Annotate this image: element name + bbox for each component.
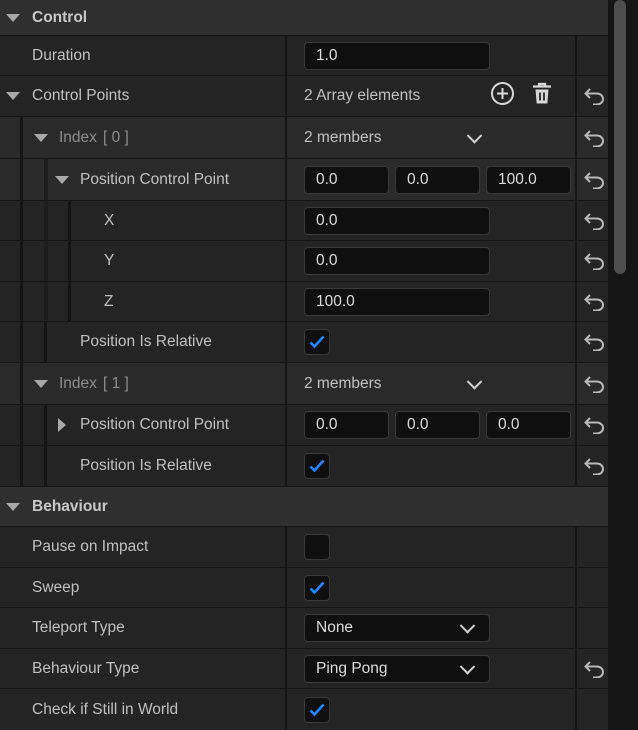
position-is-relative-checkbox[interactable] [304,453,330,479]
property-teleport-type: Teleport Type None [0,608,608,649]
category-behaviour[interactable]: Behaviour [0,487,608,527]
property-position-is-relative-1: Position Is Relative [0,446,608,487]
position-x-input[interactable]: 0.0 [304,411,389,439]
reset-to-default-icon[interactable] [584,416,606,435]
pause-on-impact-checkbox[interactable] [304,534,330,560]
position-z-input[interactable]: 0.0 [486,411,571,439]
x-input[interactable]: 0.0 [304,206,490,235]
index-label: Index [59,374,97,392]
position-is-relative-checkbox[interactable] [304,329,330,355]
category-control[interactable]: Control [0,0,608,36]
position-is-relative-label: Position Is Relative [80,457,212,474]
position-is-relative-label: Position Is Relative [80,333,212,350]
position-z-input[interactable]: 100.0 [486,165,571,194]
x-label: X [104,211,115,229]
category-title: Behaviour [32,497,108,515]
y-input[interactable]: 0.0 [304,247,490,275]
control-points-label: Control Points [32,87,130,104]
teleport-type-label: Teleport Type [32,619,125,636]
z-input[interactable]: 100.0 [304,287,490,316]
position-y-input[interactable]: 0.0 [395,165,480,194]
behaviour-type-dropdown[interactable]: Ping Pong [304,654,490,683]
triangle-down-icon[interactable] [6,13,20,22]
position-label: Position Control Point [80,170,230,188]
property-position-is-relative-0: Position Is Relative [0,322,608,363]
position-x-input[interactable]: 0.0 [304,165,389,194]
triangle-down-icon[interactable] [55,175,69,184]
reset-to-default-icon[interactable] [584,252,606,271]
trash-icon[interactable] [530,82,554,111]
triangle-down-icon[interactable] [6,92,20,100]
index-label: Index [59,128,97,146]
chevron-down-icon[interactable] [466,127,484,147]
reset-to-default-icon[interactable] [584,375,606,393]
behaviour-type-label: Behaviour Type [32,659,140,677]
checkmark-icon [309,581,325,594]
property-control-points: Control Points 2 Array elements [0,76,608,117]
duration-label: Duration [32,46,91,64]
z-label: Z [104,292,114,310]
property-sweep: Sweep [0,568,608,608]
position-y-input[interactable]: 0.0 [395,411,480,439]
position-label: Position Control Point [80,416,230,433]
reset-to-default-icon[interactable] [584,660,606,678]
reset-to-default-icon[interactable] [584,129,606,147]
reset-to-default-icon[interactable] [584,171,606,189]
check-world-label: Check if Still in World [32,700,179,718]
chevron-down-icon [459,658,476,675]
members-count: 2 members [304,128,382,146]
check-world-checkbox[interactable] [304,696,330,723]
reset-to-default-icon[interactable] [584,457,606,476]
sweep-label: Sweep [32,578,80,596]
pause-on-impact-label: Pause on Impact [32,538,149,555]
array-element-1: Index [ 1 ] 2 members [0,363,608,405]
category-title: Control [32,8,88,26]
property-z: Z 100.0 [0,282,608,322]
property-pause-on-impact: Pause on Impact [0,527,608,568]
duration-input[interactable]: 1.0 [304,41,490,70]
members-count: 2 members [304,374,382,392]
checkmark-icon [309,459,325,473]
reset-to-default-icon[interactable] [584,87,606,106]
array-element-0: Index [ 0 ] 2 members [0,117,608,159]
index-number: [ 0 ] [103,128,129,146]
property-duration: Duration 1.0 [0,36,608,76]
details-panel: Control Duration 1.0 Control Points 2 Ar… [0,0,608,730]
checkmark-icon [309,335,325,349]
triangle-down-icon[interactable] [6,502,20,511]
property-position-control-point-1: Position Control Point 0.0 0.0 0.0 [0,405,608,446]
triangle-right-icon[interactable] [58,418,66,432]
behaviour-type-value: Ping Pong [316,659,388,677]
property-x: X 0.0 [0,201,608,241]
triangle-down-icon[interactable] [34,379,48,388]
reset-to-default-icon[interactable] [584,212,606,230]
triangle-down-icon[interactable] [34,133,48,142]
y-label: Y [104,252,115,269]
property-y: Y 0.0 [0,241,608,282]
plus-circle-icon[interactable] [490,81,515,111]
array-count: 2 Array elements [304,87,421,104]
chevron-down-icon[interactable] [466,373,484,393]
index-number: [ 1 ] [103,374,129,392]
chevron-down-icon [459,618,476,634]
reset-to-default-icon[interactable] [584,333,606,352]
property-check-if-still-in-world: Check if Still in World [0,689,608,730]
reset-to-default-icon[interactable] [584,293,606,311]
checkmark-icon [309,703,325,716]
scrollbar-thumb[interactable] [614,0,626,274]
teleport-type-value: None [316,619,354,636]
teleport-type-dropdown[interactable]: None [304,614,490,642]
sweep-checkbox[interactable] [304,574,330,601]
property-position-control-point-0: Position Control Point 0.0 0.0 100.0 [0,159,608,201]
property-behaviour-type: Behaviour Type Ping Pong [0,649,608,689]
